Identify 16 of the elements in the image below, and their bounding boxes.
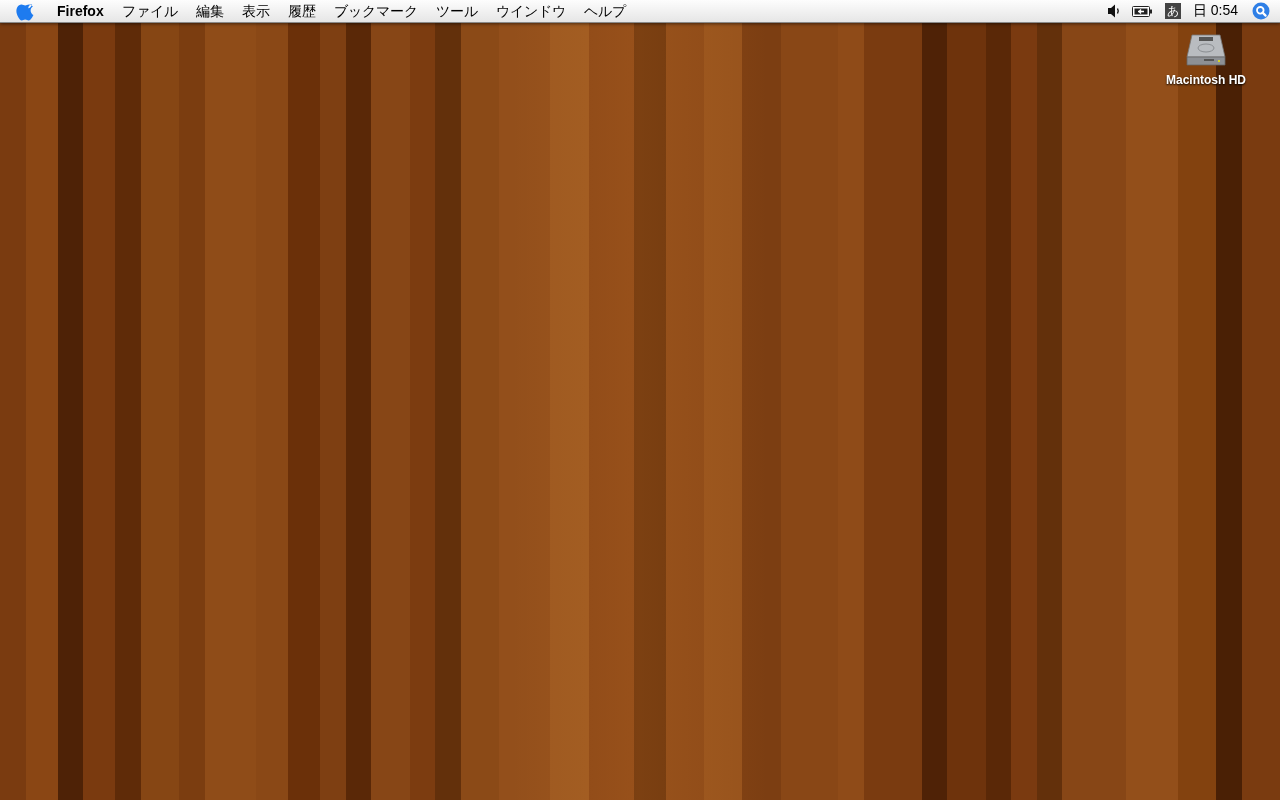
desktop-icon-label[interactable]: Macintosh HD xyxy=(1166,73,1246,87)
search-icon[interactable] xyxy=(1252,2,1270,20)
menu-item[interactable]: 表示 xyxy=(232,0,279,22)
input-method-indicator[interactable]: あ xyxy=(1164,3,1181,19)
menu-item[interactable]: 編集 xyxy=(186,0,233,22)
speaker-icon[interactable] xyxy=(1106,3,1120,19)
menu-item[interactable]: ファイル xyxy=(112,0,187,22)
menu-clock[interactable]: 日 0:54 xyxy=(1192,2,1238,20)
menu-item[interactable]: ブックマーク xyxy=(324,0,427,22)
menu-item[interactable]: ツール xyxy=(426,0,487,22)
menu-item[interactable]: ヘルプ xyxy=(574,0,635,22)
menu-item[interactable]: 履歴 xyxy=(278,0,325,22)
hard-drive-icon[interactable] xyxy=(1186,31,1226,67)
battery-icon[interactable] xyxy=(1131,3,1153,19)
app-menu[interactable]: Firefox xyxy=(48,0,113,22)
menu-item[interactable]: ウインドウ xyxy=(486,0,575,22)
